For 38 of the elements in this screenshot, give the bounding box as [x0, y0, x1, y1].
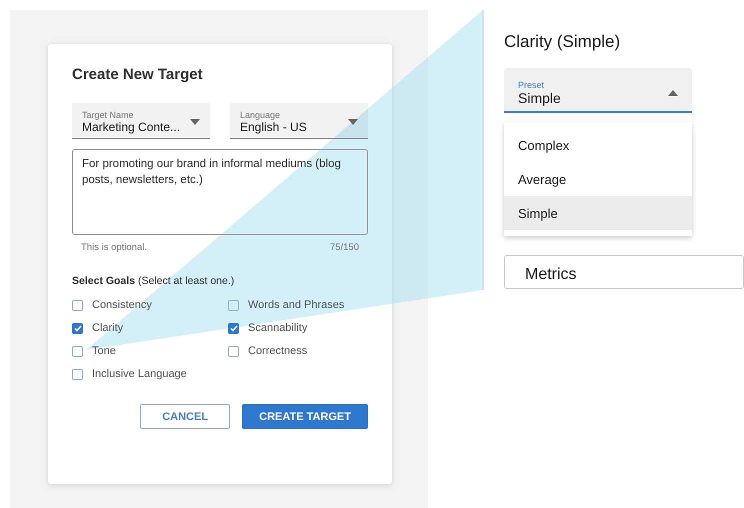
dialog-title: Create New Target	[72, 66, 204, 83]
field-value: English - US	[240, 120, 307, 134]
checkbox[interactable]	[72, 300, 83, 310]
cancel-button[interactable]: CANCEL	[140, 404, 230, 429]
preset-select[interactable]: Preset Simple	[504, 68, 692, 113]
checkbox-label: Tone	[92, 345, 116, 357]
menu-option[interactable]: Average	[504, 162, 692, 196]
checkbox-label: Consistency	[92, 299, 152, 311]
field-value: Simple	[518, 90, 561, 106]
character-counter: 75/150	[330, 242, 359, 253]
create-button[interactable]: CREATE TARGET	[242, 404, 368, 429]
caret-down-icon	[190, 119, 200, 125]
card-title: Metrics	[525, 266, 577, 284]
checkbox-label: Words and Phrases	[248, 299, 344, 311]
checkbox[interactable]	[228, 322, 239, 334]
field-label: Target Name	[82, 110, 135, 120]
checkbox[interactable]	[72, 346, 83, 356]
field-label: Language	[240, 110, 282, 120]
checkbox-label: Correctness	[248, 345, 308, 357]
caret-down-icon	[348, 119, 358, 125]
checkbox-label: Scannability	[248, 322, 308, 334]
menu-option[interactable]: Complex	[504, 128, 692, 162]
checkbox[interactable]	[228, 300, 239, 310]
field-label: Preset	[518, 80, 546, 90]
helper-text: This is optional.	[81, 242, 148, 253]
checkbox[interactable]	[228, 346, 239, 356]
description-field[interactable]: For promoting our brand in informal mediums (blog posts, newsletters, etc.)	[72, 149, 368, 235]
panel-title: Clarity (Simple)	[504, 32, 622, 52]
field-value: Marketing Conte...	[82, 120, 180, 134]
goals-heading: Select Goals (Select at least one.)	[72, 275, 236, 287]
select-field[interactable]: Language English - US	[230, 103, 368, 139]
menu-option[interactable]: Simple	[504, 196, 692, 230]
caret-up-icon	[668, 90, 678, 96]
checkbox-label: Clarity	[92, 322, 124, 334]
checkbox[interactable]	[72, 322, 83, 334]
checkbox-label: Inclusive Language	[92, 368, 187, 380]
checkbox[interactable]	[72, 368, 83, 380]
select-field[interactable]: Target Name Marketing Conte...	[72, 103, 210, 139]
